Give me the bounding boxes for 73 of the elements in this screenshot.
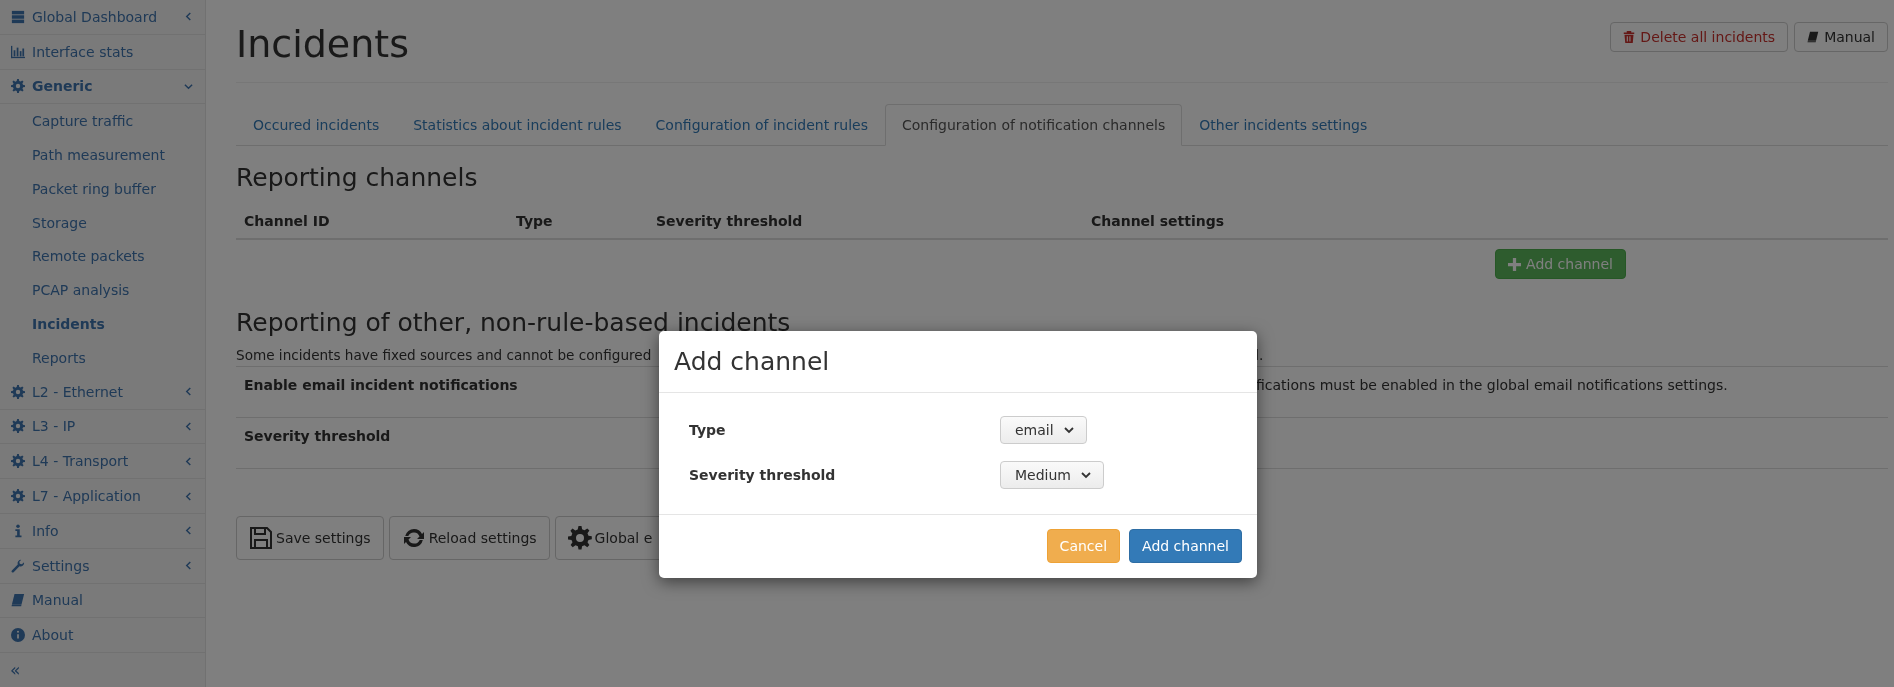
- dialog-title: Add channel: [674, 347, 830, 376]
- column-header: Severity threshold: [655, 213, 804, 229]
- chevron-left-icon: [184, 491, 193, 501]
- sidebar-subitem[interactable]: Packet ring buffer: [0, 172, 205, 206]
- field-label: Type: [689, 422, 727, 438]
- select-field[interactable]: Medium: [1000, 461, 1104, 489]
- page-title: Incidents: [236, 22, 410, 66]
- section-heading: Reporting of other, non-rule-based incidents: [236, 309, 792, 337]
- description-text: Some incidents have fixed sources and cannot be configured: [236, 347, 652, 363]
- sidebar-item[interactable]: About: [0, 618, 205, 654]
- header-button[interactable]: Manual: [1794, 22, 1888, 52]
- sidebar-subitem[interactable]: Remote packets: [0, 239, 205, 274]
- sidebar-item[interactable]: L2 - Ethernet: [0, 374, 205, 410]
- gear-icon: [11, 79, 25, 94]
- gear-icon: [11, 489, 25, 504]
- add-channel-button[interactable]: Add channel: [1495, 249, 1626, 279]
- column-header: Channel ID: [243, 213, 331, 229]
- sidebar-subitem[interactable]: Capture traffic: [0, 104, 205, 139]
- chevron-left-icon: [184, 456, 193, 466]
- sidebar-subitem[interactable]: Reports: [0, 340, 205, 375]
- sidebar-item[interactable]: Settings: [0, 548, 205, 584]
- chevron-left-icon: [184, 561, 193, 571]
- trash-icon: [1623, 31, 1636, 43]
- sidebar-item[interactable]: Info: [0, 513, 205, 549]
- chevron-left-icon: [184, 12, 193, 22]
- dialog-button[interactable]: Add channel: [1129, 529, 1242, 563]
- sidebar-subitem[interactable]: Storage: [0, 205, 205, 240]
- select-field[interactable]: email: [1000, 416, 1087, 444]
- header-button[interactable]: Delete all incidents: [1610, 22, 1789, 52]
- gear-icon: [11, 454, 25, 469]
- plus-icon: [1508, 257, 1522, 271]
- column-header: Type: [515, 213, 554, 229]
- sidebar-subitem[interactable]: Path measurement: [0, 138, 205, 172]
- setting-label: Enable email incident notifications: [243, 377, 518, 393]
- sidebar-item[interactable]: Global Dashboard: [0, 0, 205, 35]
- tab[interactable]: Other incidents settings: [1182, 104, 1385, 146]
- sidebar-item[interactable]: Generic: [0, 69, 205, 105]
- dialog-button[interactable]: Cancel: [1046, 529, 1121, 563]
- field-label: Severity threshold: [689, 467, 837, 483]
- chevron-left-icon: [184, 421, 193, 431]
- sidebar-subitem[interactable]: Incidents: [0, 307, 205, 341]
- book-icon: [1807, 31, 1820, 43]
- description-text: l.: [1255, 347, 1264, 363]
- wrench-icon: [11, 558, 25, 573]
- tab[interactable]: Configuration of notification channels: [885, 104, 1183, 146]
- chevron-left-icon: [184, 387, 193, 397]
- setting-label: Severity threshold: [243, 428, 391, 444]
- chevron-left-icon: [184, 526, 193, 536]
- sidebar-subitem[interactable]: PCAP analysis: [0, 273, 205, 308]
- setting-note: fications must be enabled in the global email notifications settings.: [1256, 377, 1728, 393]
- server-icon: [11, 9, 25, 24]
- chevron-down-icon: [1063, 425, 1074, 435]
- chevron-down-icon: [1081, 470, 1091, 480]
- gear-icon: [11, 384, 25, 399]
- reload-icon: [401, 526, 426, 550]
- gear-icon: [11, 419, 25, 434]
- bar-chart-icon: [11, 44, 25, 59]
- gear-icon: [567, 526, 592, 550]
- sidebar-item[interactable]: Interface stats: [0, 34, 205, 70]
- section-heading: Reporting channels: [236, 162, 479, 194]
- column-header: Channel settings: [1090, 213, 1225, 229]
- sidebar-item[interactable]: L3 - IP: [0, 409, 205, 445]
- settings-button[interactable]: Save settings: [236, 516, 384, 560]
- sidebar-item[interactable]: L7 - Application: [0, 479, 205, 514]
- sidebar-item[interactable]: L4 - Transport: [0, 444, 205, 480]
- tab[interactable]: Statistics about incident rules: [396, 104, 639, 146]
- chevron-down-icon: [184, 82, 193, 91]
- tab[interactable]: Configuration of incident rules: [638, 104, 886, 146]
- sidebar-item[interactable]: Manual: [0, 583, 205, 619]
- book-icon: [11, 593, 25, 608]
- settings-button[interactable]: Reload settings: [388, 516, 550, 560]
- collapse-toggle[interactable]: «: [10, 660, 21, 681]
- tab[interactable]: Occured incidents: [236, 104, 397, 146]
